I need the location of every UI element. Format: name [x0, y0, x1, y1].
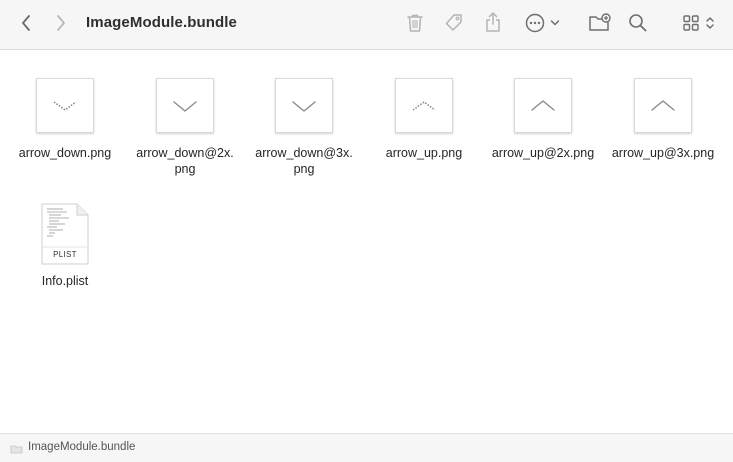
grid-view-icon [682, 15, 699, 31]
file-item-arrow-up-3x[interactable]: arrow_up@3x.png [603, 78, 723, 161]
chevron-up-icon [651, 99, 675, 111]
window-title: ImageModule.bundle [86, 14, 237, 31]
forward-button[interactable] [51, 12, 71, 34]
file-item-arrow-down-3x[interactable]: arrow_down@3x. png [244, 78, 364, 177]
file-grid: arrow_down.png arrow_down@2x. png arrow_… [0, 51, 733, 433]
new-folder-icon [589, 13, 611, 31]
share-button[interactable] [482, 10, 504, 34]
thumbnail [156, 78, 214, 133]
share-icon [486, 12, 500, 32]
file-name: Info.plist [41, 274, 89, 288]
chevron-down-icon [173, 100, 197, 112]
plist-document-icon: PLIST [41, 203, 89, 265]
chevron-left-icon [22, 15, 30, 31]
chevron-down-icon [292, 100, 316, 112]
file-item-arrow-up-2x[interactable]: arrow_up@2x.png [483, 78, 603, 161]
thumbnail [514, 78, 572, 133]
file-item-arrow-up[interactable]: arrow_up.png [364, 78, 484, 161]
file-name: arrow_up@2x.png [491, 146, 595, 160]
tag-button[interactable] [443, 11, 465, 35]
thumbnail [395, 78, 453, 133]
up-down-chevron-icon [705, 17, 714, 29]
more-actions-button[interactable] [522, 11, 562, 35]
chevron-right-icon [57, 15, 65, 31]
toolbar: ImageModule.bundle [0, 0, 733, 50]
path-bar: ImageModule.bundle [0, 433, 733, 462]
file-name: arrow_up@3x.png [611, 146, 715, 160]
view-mode-button[interactable] [678, 11, 718, 35]
chevron-down-icon [550, 20, 560, 26]
more-icon [525, 13, 545, 33]
file-name-line2: png [174, 162, 196, 176]
trash-button[interactable] [404, 11, 426, 35]
search-icon [629, 14, 647, 32]
file-item-arrow-down[interactable]: arrow_down.png [5, 78, 125, 161]
path-item[interactable]: ImageModule.bundle [28, 441, 135, 453]
thumbnail [36, 78, 94, 133]
chevron-up-icon [412, 100, 436, 111]
thumbnail [634, 78, 692, 133]
file-name: arrow_down@2x. [136, 146, 234, 160]
chevron-down-icon [53, 100, 77, 111]
new-folder-button[interactable] [588, 11, 612, 35]
file-name: arrow_down@3x. [255, 146, 353, 160]
chevron-up-icon [531, 99, 555, 111]
file-item-info-plist[interactable]: PLIST Info.plist [5, 203, 125, 293]
trash-icon [407, 14, 423, 32]
file-name-line2: png [293, 162, 315, 176]
file-name: arrow_down.png [18, 146, 112, 160]
plist-badge: PLIST [53, 250, 77, 259]
tag-icon [445, 14, 462, 31]
bundle-icon [10, 445, 23, 454]
back-button[interactable] [16, 12, 36, 34]
search-button[interactable] [627, 11, 649, 35]
file-name: arrow_up.png [385, 146, 463, 160]
thumbnail [275, 78, 333, 133]
file-item-arrow-down-2x[interactable]: arrow_down@2x. png [125, 78, 245, 177]
